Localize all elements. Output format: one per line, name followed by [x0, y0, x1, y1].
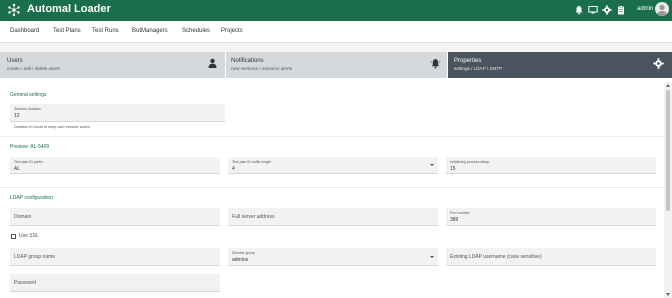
- card-properties-subtitle: settings / LDAP / SMTP: [454, 66, 503, 71]
- director-group-value: admins: [232, 257, 249, 263]
- process-delay-value: 15: [450, 166, 456, 172]
- port-number-value: 389: [450, 217, 459, 223]
- divider: [0, 187, 664, 188]
- card-users-subtitle: create / edit / delete users: [7, 66, 60, 71]
- suffix-length-label: Test plan ID suffix length: [232, 160, 272, 164]
- nav-test-plans[interactable]: Test Plans: [53, 28, 81, 34]
- bell-icon[interactable]: [574, 5, 584, 15]
- monitor-icon[interactable]: [588, 5, 598, 15]
- ldap-group-name-placeholder: LDAP group name: [14, 254, 56, 260]
- chevron-down-icon: [430, 164, 434, 166]
- nav-spacer: [0, 43, 672, 52]
- domain-placeholder: Domain: [14, 214, 32, 220]
- test-plan-prefix-field[interactable]: Test plan ID prefix AL: [10, 157, 220, 174]
- nav-projects[interactable]: Projects: [221, 28, 243, 34]
- session-duration-hint: Duration in hours to keep user session a…: [14, 125, 91, 129]
- avatar[interactable]: [655, 2, 669, 16]
- scroll-thumb[interactable]: [666, 90, 670, 211]
- card-users-title: Users: [7, 58, 23, 64]
- gear-icon: [653, 58, 664, 69]
- suffix-length-value: 4: [232, 166, 235, 172]
- main-nav: Dashboard Test Plans Test Runs BotManage…: [0, 21, 672, 43]
- divider: [0, 136, 664, 137]
- scroll-up-arrow-icon[interactable]: [666, 84, 670, 87]
- avatar-person-icon: [657, 4, 667, 16]
- card-notifications[interactable]: Notifications new versions / resource al…: [226, 52, 447, 78]
- suffix-length-select[interactable]: Test plan ID suffix length 4: [228, 157, 438, 174]
- session-duration-label: Session duration: [14, 107, 41, 111]
- clipboard-icon[interactable]: [616, 5, 626, 15]
- top-header: Automal Loader admin: [0, 0, 672, 21]
- card-properties[interactable]: Properties settings / LDAP / SMTP: [448, 52, 672, 78]
- vertical-scrollbar[interactable]: [664, 82, 672, 298]
- bell-icon: [430, 59, 441, 69]
- existing-ldap-username-placeholder: Existing LDAP username (case sensitive): [450, 254, 542, 260]
- user-name[interactable]: admin: [637, 6, 653, 12]
- gear-icon[interactable]: [602, 5, 612, 15]
- use-ssl-checkbox[interactable]: [11, 234, 16, 239]
- scroll-down-arrow-icon[interactable]: [666, 293, 670, 296]
- director-group-select[interactable]: Director group admins: [228, 248, 438, 266]
- general-section-title: General settings: [10, 92, 47, 98]
- port-number-field[interactable]: Port number 389: [446, 208, 656, 226]
- director-group-label: Director group: [232, 251, 255, 255]
- session-duration-value: 12: [14, 113, 20, 119]
- test-plan-prefix-value: AL: [14, 166, 21, 172]
- ldap-group-name-input[interactable]: LDAP group name: [10, 248, 220, 266]
- properties-content: General settings Session duration 12 Dur…: [0, 82, 664, 298]
- test-plan-prefix-label: Test plan ID prefix: [14, 160, 43, 164]
- nav-botmanagers[interactable]: BotManagers: [132, 28, 168, 34]
- nav-schedules[interactable]: Schedules: [182, 28, 210, 34]
- card-users[interactable]: Users create / edit / delete users: [0, 52, 225, 78]
- password-placeholder: Password: [14, 280, 36, 286]
- password-input[interactable]: Password: [10, 274, 220, 292]
- card-notifications-subtitle: new versions / resource alerts: [231, 66, 293, 71]
- full-server-address-input[interactable]: Full server address: [228, 208, 438, 226]
- full-server-address-placeholder: Full server address: [232, 214, 275, 220]
- process-delay-field[interactable]: Initializing process delay 15: [446, 157, 656, 174]
- domain-input[interactable]: Domain: [10, 208, 220, 226]
- use-ssl-label[interactable]: Use SSL: [19, 233, 39, 239]
- ldap-section-title: LDAP configuration: [10, 195, 53, 201]
- existing-ldap-username-input[interactable]: Existing LDAP username (case sensitive): [446, 248, 656, 266]
- app-title[interactable]: Automal Loader: [27, 3, 111, 15]
- nav-test-runs[interactable]: Test Runs: [92, 28, 119, 34]
- process-delay-label: Initializing process delay: [450, 160, 489, 164]
- card-properties-title: Properties: [454, 58, 482, 64]
- port-number-label: Port number: [450, 211, 470, 215]
- user-icon: [208, 58, 217, 68]
- nav-dashboard[interactable]: Dashboard: [10, 28, 39, 34]
- card-notifications-title: Notifications: [231, 58, 264, 64]
- chevron-down-icon: [430, 256, 434, 258]
- preview-section-title: Preview: AL-5409: [10, 144, 50, 150]
- session-duration-field[interactable]: Session duration 12: [10, 104, 225, 122]
- logo-icon[interactable]: [7, 3, 21, 17]
